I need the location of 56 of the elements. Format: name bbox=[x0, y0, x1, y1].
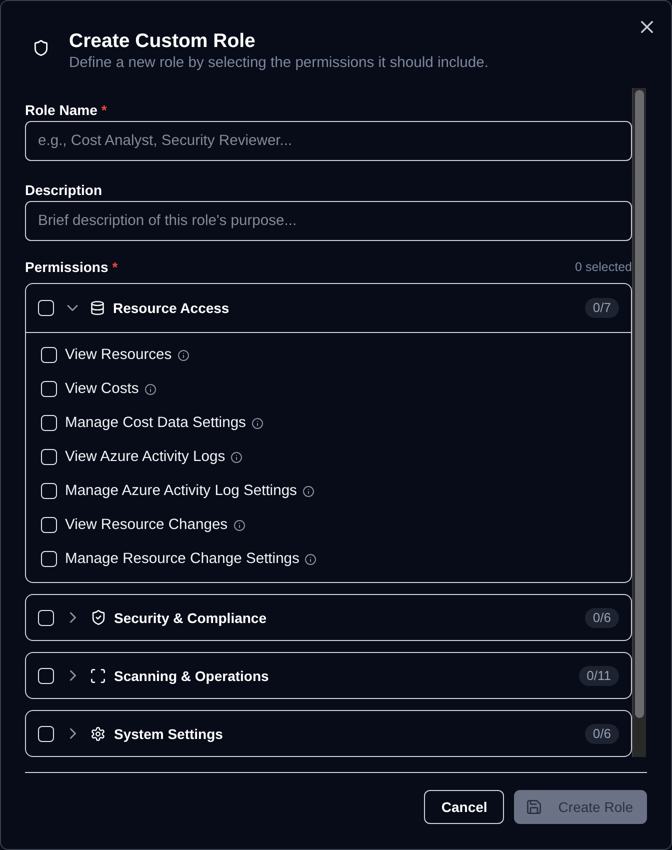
permission-checkbox[interactable] bbox=[41, 483, 57, 499]
permission-checkbox[interactable] bbox=[41, 517, 57, 533]
permission-label: View Resource Changes bbox=[65, 517, 228, 533]
gear-icon bbox=[91, 726, 105, 740]
scrollbar-thumb[interactable] bbox=[635, 90, 644, 718]
group-checkbox[interactable] bbox=[38, 610, 54, 626]
cancel-button[interactable]: Cancel bbox=[424, 790, 504, 824]
dialog-subtitle: Define a new role by selecting the permissions it should include. bbox=[69, 54, 490, 73]
dialog-title: Create Custom Role bbox=[69, 30, 256, 52]
group-checkbox[interactable] bbox=[38, 668, 54, 684]
info-icon[interactable] bbox=[178, 350, 189, 360]
chevron-right-icon[interactable] bbox=[70, 728, 76, 739]
permission-checkbox[interactable] bbox=[41, 449, 57, 465]
group-label: Scanning & Operations bbox=[114, 668, 269, 684]
permission-label: View Resources bbox=[65, 347, 172, 363]
info-icon[interactable] bbox=[144, 384, 156, 394]
group-checkbox[interactable] bbox=[38, 300, 54, 316]
count-badge: 0/6 bbox=[584, 608, 619, 628]
group-label: Resource Access bbox=[113, 300, 230, 316]
count-badge: 0/6 bbox=[584, 724, 619, 744]
save-icon bbox=[527, 800, 542, 814]
database-icon bbox=[90, 301, 104, 315]
permission-label: View Costs bbox=[65, 381, 139, 397]
permission-label: View Azure Activity Logs bbox=[65, 449, 226, 465]
info-icon[interactable] bbox=[231, 452, 242, 462]
shield-check-icon bbox=[92, 610, 104, 625]
permission-checkbox[interactable] bbox=[41, 347, 57, 363]
chevron-down-icon[interactable] bbox=[67, 305, 78, 311]
info-icon[interactable] bbox=[252, 418, 263, 428]
shield-icon bbox=[34, 40, 48, 56]
chevron-right-icon[interactable] bbox=[70, 670, 76, 681]
selected-count: 0 selected bbox=[575, 259, 632, 275]
field-label: Role Name bbox=[25, 101, 98, 120]
count-badge: 0/11 bbox=[578, 666, 619, 686]
permissions-label: Permissions bbox=[25, 258, 108, 277]
permission-label: Manage Resource Change Settings bbox=[65, 551, 300, 567]
permission-checkbox[interactable] bbox=[41, 551, 57, 567]
field-label: Description bbox=[25, 181, 102, 200]
group-label: System Settings bbox=[114, 726, 223, 742]
count-badge: 0/7 bbox=[584, 298, 619, 318]
chevron-right-icon[interactable] bbox=[70, 612, 76, 623]
permission-label: Manage Cost Data Settings bbox=[65, 415, 246, 431]
role-name-input[interactable]: e.g., Cost Analyst, Security Reviewer... bbox=[25, 121, 632, 161]
description-input[interactable]: Brief description of this role's purpose... bbox=[25, 201, 632, 241]
permission-checkbox[interactable] bbox=[41, 415, 57, 431]
close-icon bbox=[641, 21, 653, 33]
group-checkbox[interactable] bbox=[38, 726, 54, 742]
required-mark: * bbox=[101, 101, 107, 120]
permission-checkbox[interactable] bbox=[41, 381, 57, 397]
permission-label: Manage Azure Activity Log Settings bbox=[65, 483, 297, 499]
info-icon[interactable] bbox=[305, 554, 316, 564]
required-mark: * bbox=[112, 258, 118, 277]
scan-frame-icon bbox=[91, 668, 105, 682]
info-icon[interactable] bbox=[302, 486, 314, 496]
info-icon[interactable] bbox=[234, 520, 245, 530]
group-label: Security & Compliance bbox=[114, 610, 266, 626]
